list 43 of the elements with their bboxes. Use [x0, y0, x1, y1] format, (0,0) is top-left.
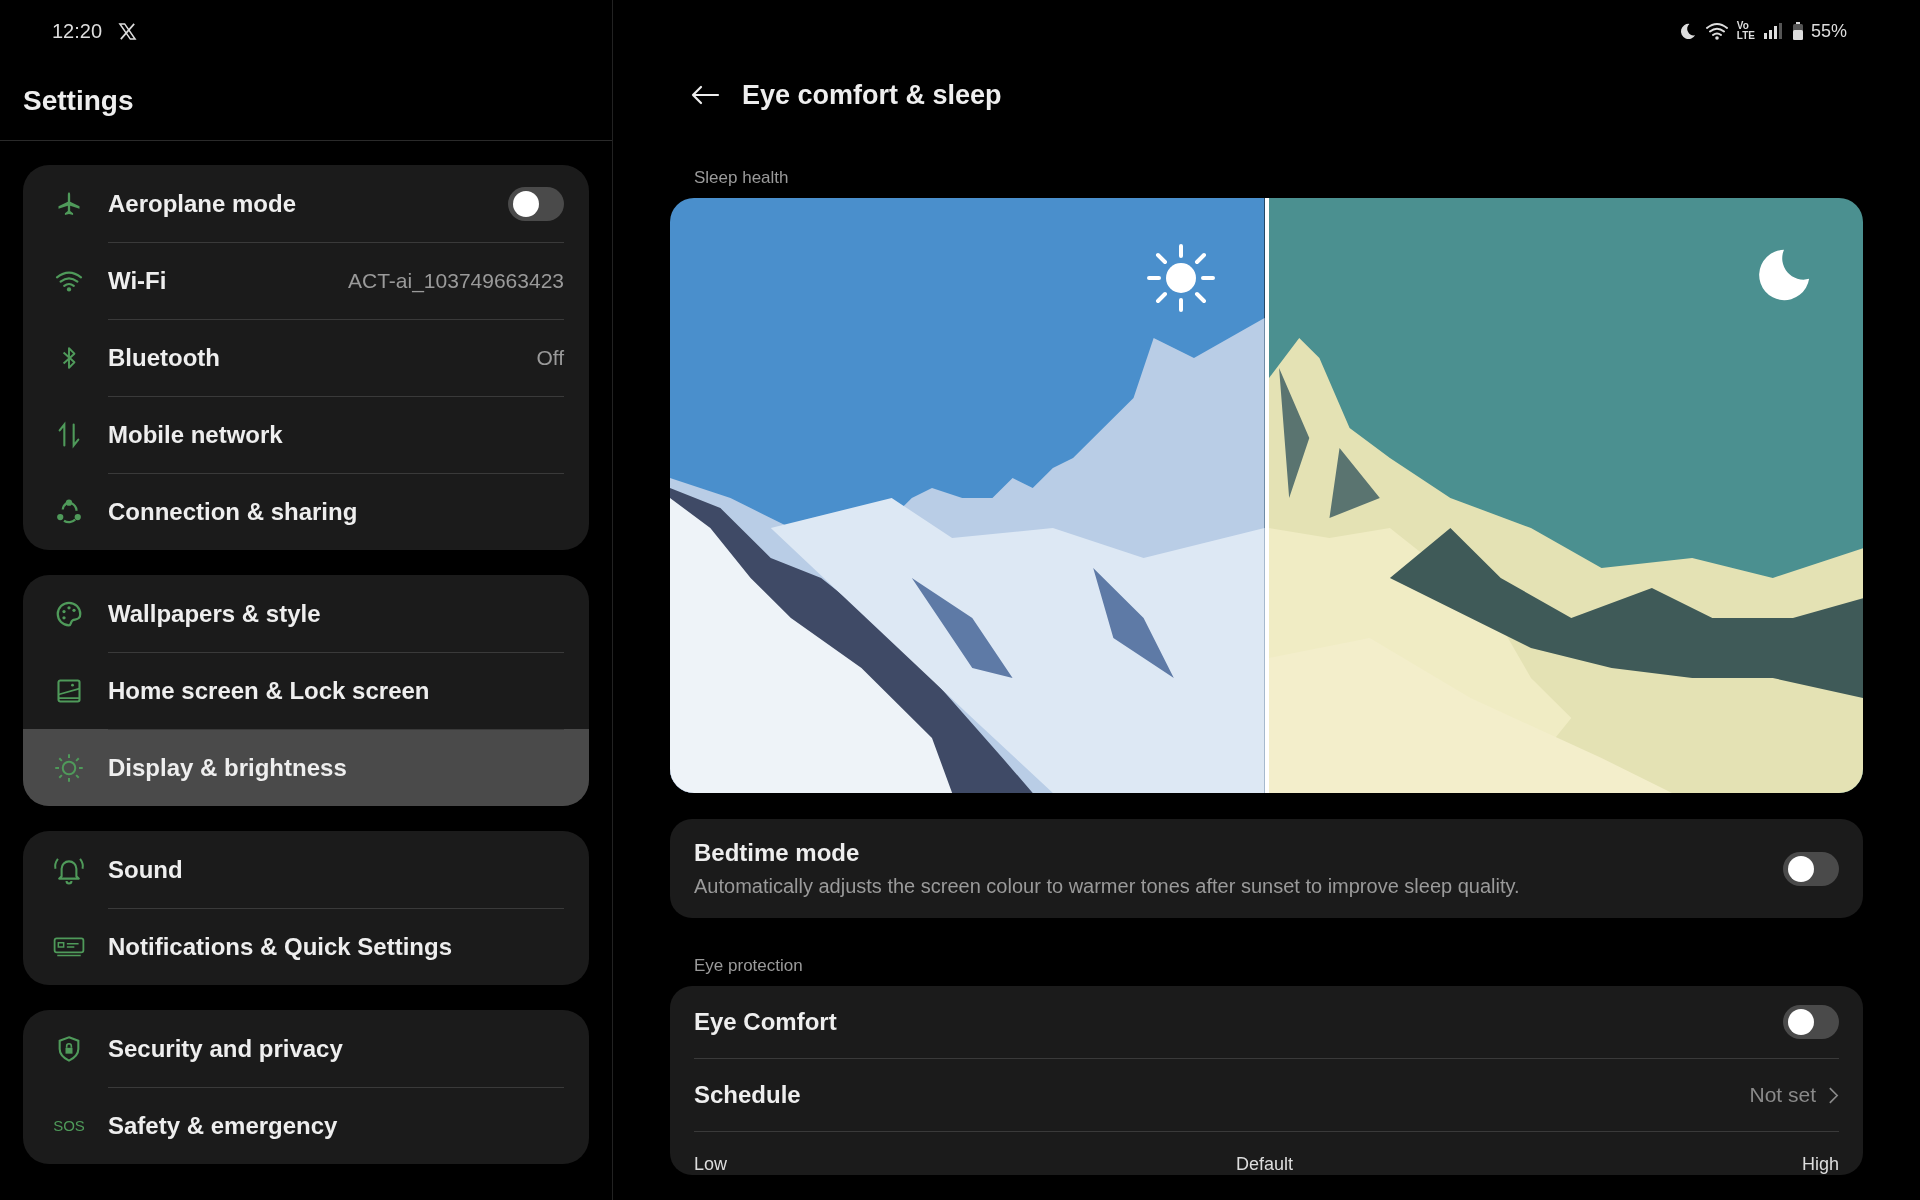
item-label: Mobile network: [108, 421, 283, 449]
item-label: Wi-Fi: [108, 267, 167, 295]
sidebar-item[interactable]: Security and privacy: [23, 1010, 589, 1087]
sidebar-item[interactable]: Aeroplane mode: [23, 165, 589, 242]
sidebar-item[interactable]: Bluetooth Off: [23, 319, 589, 396]
item-label: Notifications & Quick Settings: [108, 933, 453, 961]
scale-label: Default: [1235, 1154, 1293, 1175]
sidebar-item[interactable]: Sound: [23, 831, 589, 908]
sidebar-item[interactable]: Mobile network: [23, 396, 589, 473]
bedtime-card[interactable]: Bedtime mode Automatically adjusts the screen colour to warmer tones after sunset to improve sleep quality.: [670, 819, 1863, 918]
item-value: Off: [536, 346, 564, 370]
sidebar-item[interactable]: Wi-Fi ACT-ai_103749663423: [23, 242, 589, 319]
item-label: Safety & emergency: [108, 1112, 338, 1140]
setting-title: Eye Comfort: [694, 1008, 837, 1036]
sidebar-item[interactable]: Home screen & Lock screen: [23, 652, 589, 729]
sidebar-item[interactable]: Wallpapers & style: [23, 575, 589, 652]
item-label: Security and privacy: [108, 1034, 343, 1063]
sidebar-item[interactable]: Notifications & Quick Settings: [23, 908, 589, 985]
sidebar-title: Settings: [23, 85, 134, 117]
section-label: Eye protection: [693, 955, 804, 977]
item-label: Display & brightness: [108, 754, 347, 782]
item-label: Sound: [108, 855, 183, 884]
setting-description: Automatically adjusts the screen colour to warmer tones after sunset to improve sleep quality.: [694, 875, 1520, 898]
item-value: ACT-ai_103749663423: [348, 269, 564, 293]
item-label: Home screen & Lock screen: [108, 677, 430, 705]
setting-title: Bedtime mode: [694, 839, 861, 867]
sidebar-item[interactable]: Connection & sharing: [23, 473, 589, 550]
item-label: Aeroplane mode: [108, 189, 297, 218]
item-label: Wallpapers & style: [108, 599, 321, 628]
item-label: Bluetooth: [108, 344, 220, 372]
sidebar-item[interactable]: Display & brightness: [23, 729, 589, 806]
section-label: Sleep health: [693, 167, 790, 189]
battery-percent: 55%: [1810, 20, 1847, 42]
volte-indicator: Vo LTE: [1736, 21, 1755, 41]
page-title: Eye comfort & sleep: [742, 79, 1002, 111]
status-time: 12:20: [52, 19, 103, 43]
item-label: Connection & sharing: [108, 498, 358, 526]
scale-label: Low: [694, 1154, 728, 1175]
setting-value: Not set: [1749, 1083, 1816, 1107]
sidebar-item[interactable]: SOS Safety & emergency: [23, 1087, 589, 1164]
setting-title: Schedule: [694, 1081, 801, 1109]
scale-label: High: [1801, 1154, 1839, 1175]
sos-label: SOS: [53, 1117, 85, 1134]
